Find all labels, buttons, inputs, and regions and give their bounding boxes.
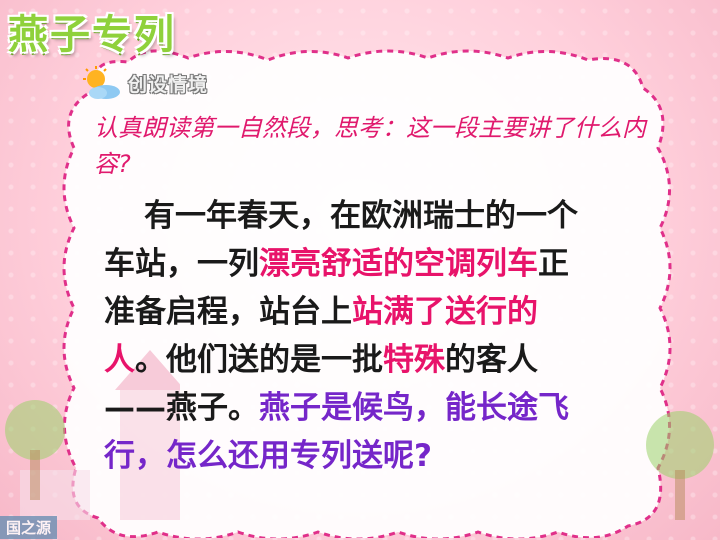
passage-highlight: 漂亮舒适的空调列车 — [259, 246, 538, 282]
passage-highlight: 特殊 — [383, 342, 445, 378]
tree-decoration — [5, 400, 65, 500]
sun-cloud-icon — [83, 66, 120, 99]
question-prompt: 认真朗读第一自然段，思考：这一段主要讲了什么内容? — [94, 114, 646, 178]
section-header: 创设情境 — [82, 66, 208, 100]
passage-text: 有一年春天，在欧洲瑞士的一个车站，一列漂亮舒适的空调列车正准备启程，站台上站满了… — [104, 192, 594, 480]
watermark-logo: 国之源 — [0, 516, 58, 539]
passage-segment: 。他们送的是一批 — [135, 342, 383, 378]
section-label: 创设情境 — [128, 73, 209, 96]
tree-decoration-right — [646, 411, 714, 520]
page-title: 燕子专列 — [8, 12, 176, 58]
